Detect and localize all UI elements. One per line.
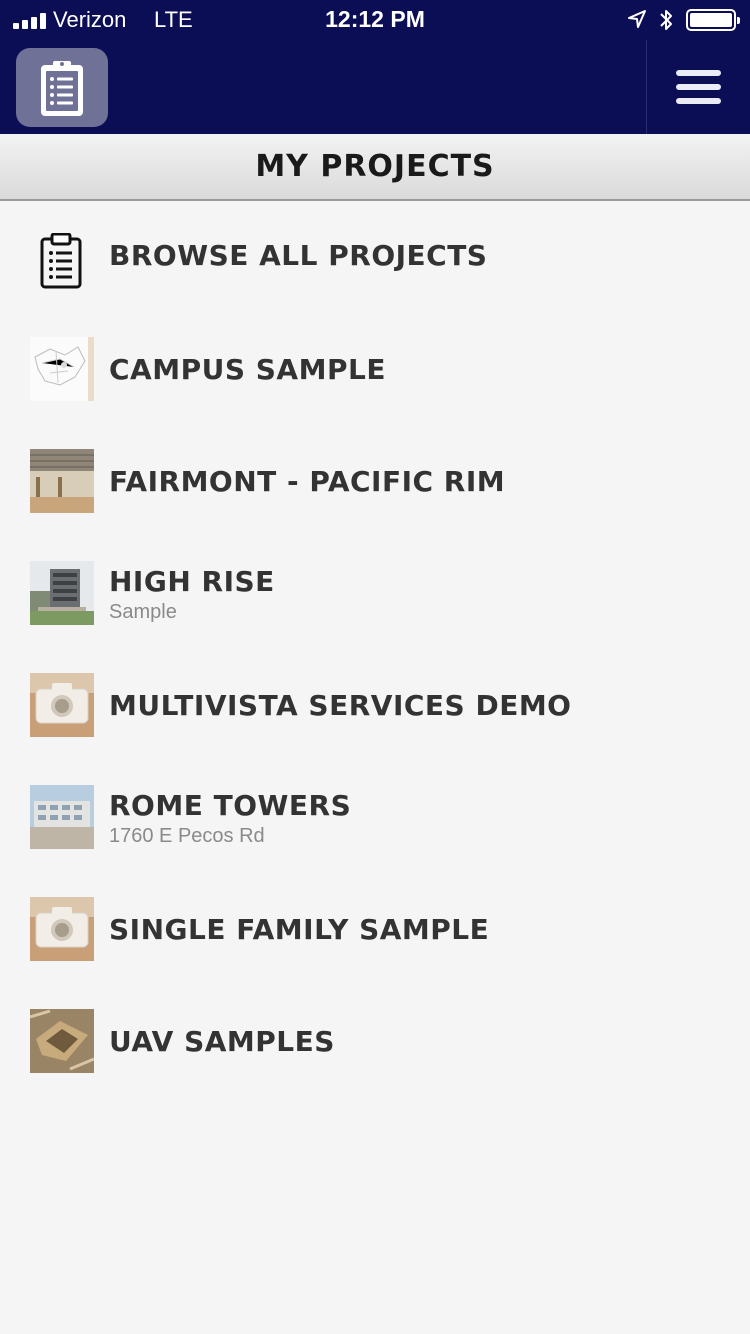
location-arrow-icon [628, 10, 646, 28]
project-title: SINGLE FAMILY SAMPLE [109, 913, 490, 946]
project-subtitle: 1760 E Pecos Rd [109, 825, 265, 847]
project-item-uav-samples[interactable]: UAV SAMPLES [0, 985, 750, 1097]
site-plan-thumbnail [30, 337, 94, 401]
project-item-high-rise[interactable]: HIGH RISE Sample [0, 537, 750, 649]
clipboard-icon [41, 60, 83, 116]
clipboard-list-icon [40, 233, 82, 289]
camera-placeholder-thumbnail [30, 673, 94, 737]
camera-placeholder-thumbnail [30, 897, 94, 961]
browse-all-projects-item[interactable]: BROWSE ALL PROJECTS [0, 201, 750, 313]
project-item-multivista-services-demo[interactable]: MULTIVISTA SERVICES DEMO [0, 649, 750, 761]
project-item-rome-towers[interactable]: ROME TOWERS 1760 E Pecos Rd [0, 761, 750, 873]
building-photo-thumbnail [30, 449, 94, 513]
high-rise-photo-thumbnail [30, 561, 94, 625]
project-subtitle: Sample [109, 601, 177, 623]
browse-all-projects-label: BROWSE ALL PROJECTS [109, 239, 488, 272]
project-item-fairmont-pacific-rim[interactable]: FAIRMONT - PACIFIC RIM [0, 425, 750, 537]
page-title: MY PROJECTS [255, 149, 495, 184]
project-item-campus-sample[interactable]: CAMPUS SAMPLE [0, 313, 750, 425]
app-home-button[interactable] [16, 48, 108, 127]
aerial-photo-thumbnail [30, 1009, 94, 1073]
project-title: HIGH RISE [109, 565, 275, 598]
project-item-single-family-sample[interactable]: SINGLE FAMILY SAMPLE [0, 873, 750, 985]
bluetooth-icon [660, 10, 672, 30]
towers-photo-thumbnail [30, 785, 94, 849]
page-title-bar: MY PROJECTS [0, 134, 750, 201]
header-bar: Verizon LTE 12:12 PM [0, 0, 750, 134]
project-title: UAV SAMPLES [109, 1025, 335, 1058]
project-title: CAMPUS SAMPLE [109, 353, 386, 386]
project-title: FAIRMONT - PACIFIC RIM [109, 465, 506, 498]
header-divider [646, 40, 647, 134]
status-bar: Verizon LTE 12:12 PM [0, 0, 750, 40]
project-title: ROME TOWERS [109, 789, 352, 822]
battery-icon [686, 9, 740, 31]
project-title: MULTIVISTA SERVICES DEMO [109, 689, 572, 722]
hamburger-menu-icon[interactable] [676, 70, 722, 104]
